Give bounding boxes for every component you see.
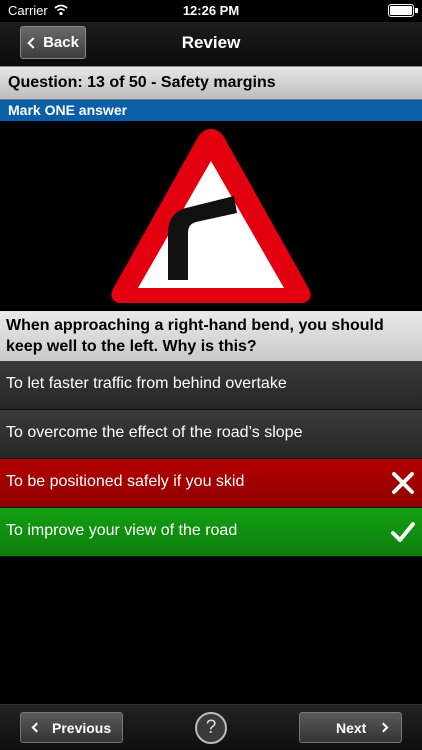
instruction-bar: Mark ONE answer	[0, 100, 422, 121]
question-text: When approaching a right-hand bend, you …	[6, 317, 384, 355]
page-title: Review	[181, 33, 241, 52]
next-button[interactable]: Next	[299, 712, 402, 743]
answer-option-2[interactable]: To overcome the effect of the road’s slo…	[0, 410, 422, 459]
question-mark-icon: ?	[205, 717, 217, 738]
battery-nub	[415, 8, 418, 13]
answer-option-4-correct[interactable]: To improve your view of the road	[0, 508, 422, 557]
bottom-toolbar: Previous ? Next	[0, 704, 422, 750]
navigation-bar: Back Review	[0, 22, 422, 66]
cross-icon	[392, 472, 414, 494]
answer-text: To let faster traffic from behind overta…	[6, 375, 287, 392]
answer-text: To overcome the effect of the road’s slo…	[6, 424, 303, 441]
previous-button[interactable]: Previous	[20, 712, 123, 743]
instruction-label: Mark ONE answer	[8, 102, 128, 118]
bend-warning-sign-icon	[111, 129, 311, 303]
answer-text: To improve your view of the road	[6, 522, 238, 539]
status-bar: Carrier 12:26 PM	[0, 0, 422, 22]
next-label: Next	[336, 719, 367, 736]
question-image-area	[0, 121, 422, 311]
question-number-label: Question: 13 of 50 - Safety margins	[8, 74, 276, 91]
answer-option-1[interactable]: To let faster traffic from behind overta…	[0, 361, 422, 410]
answer-option-3-wrong[interactable]: To be positioned safely if you skid	[0, 459, 422, 508]
checkmark-icon	[391, 522, 415, 542]
chevron-right-icon	[378, 722, 389, 733]
battery-icon	[388, 4, 414, 17]
chevron-left-icon	[31, 722, 42, 733]
answer-text: To be positioned safely if you skid	[6, 473, 245, 490]
question-header: Question: 13 of 50 - Safety margins	[0, 66, 422, 100]
clock: 12:26 PM	[182, 3, 240, 18]
previous-label: Previous	[52, 719, 112, 736]
question-box: When approaching a right-hand bend, you …	[0, 311, 422, 361]
help-button[interactable]: ?	[195, 712, 227, 744]
